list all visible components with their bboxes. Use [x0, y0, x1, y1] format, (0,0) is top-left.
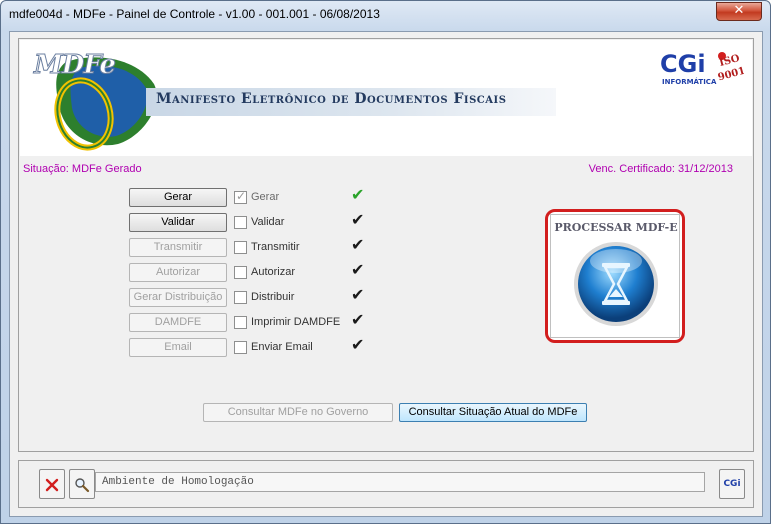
client-area: MDFe Manifesto Eletrônico de Documentos … — [9, 31, 763, 517]
status-check-icon: ✔ — [351, 310, 365, 329]
app-window: mdfe004d - MDFe - Painel de Controle - v… — [0, 0, 771, 524]
distribuir-checkbox[interactable]: Distribuir — [234, 289, 294, 305]
main-panel: MDFe Manifesto Eletrônico de Documentos … — [18, 38, 754, 452]
banner-title-text: Manifesto Eletrônico de Documentos Fisca… — [156, 91, 507, 107]
imprimir-damdfe-checkbox[interactable]: Imprimir DAMDFE — [234, 314, 340, 330]
enviar-email-checkbox[interactable]: Enviar Email — [234, 339, 313, 355]
processar-mdfe-highlight: PROCESSAR MDF-E — [545, 209, 685, 343]
transmitir-button[interactable]: Transmitir — [129, 238, 227, 257]
cgi-button[interactable]: CGi — [719, 469, 745, 499]
cgi-logo-sub: INFORMÁTICA — [662, 77, 717, 86]
autorizar-checkbox[interactable]: Autorizar — [234, 264, 295, 280]
environment-field[interactable]: Ambiente de Homologação — [95, 472, 705, 492]
cgi-logo-text: CGi — [660, 50, 706, 78]
email-button[interactable]: Email — [129, 338, 227, 357]
checkbox-box[interactable] — [234, 290, 247, 304]
window-title: mdfe004d - MDFe - Painel de Controle - v… — [9, 7, 380, 21]
checkbox-label: Autorizar — [251, 266, 296, 278]
checkbox-label: Imprimir DAMDFE — [251, 316, 341, 328]
gerar-button[interactable]: Gerar — [129, 188, 227, 207]
checkbox-box[interactable] — [234, 189, 247, 204]
hourglass-icon — [574, 242, 658, 326]
autorizar-button[interactable]: Autorizar — [129, 263, 227, 282]
checkbox-box[interactable] — [234, 215, 247, 229]
footer-panel: Ambiente de Homologação CGi — [18, 460, 754, 508]
checkbox-box[interactable] — [234, 315, 247, 329]
status-check-icon: ✔ — [351, 335, 365, 354]
magnifier-icon — [75, 478, 90, 493]
mdfe-logo-text: MDFe — [34, 50, 117, 81]
cgi-logo: CGi INFORMÁTICA ISO 9001 — [660, 50, 744, 86]
validar-checkbox[interactable]: Validar — [234, 214, 284, 230]
title-bar[interactable]: mdfe004d - MDFe - Painel de Controle - v… — [1, 1, 770, 31]
checkbox-box[interactable] — [234, 340, 247, 354]
processar-mdfe-label: PROCESSAR MDF-E — [554, 221, 678, 234]
header-banner: MDFe Manifesto Eletrônico de Documentos … — [20, 40, 752, 156]
checkbox-box[interactable] — [234, 265, 247, 279]
close-button[interactable]: ✕ — [716, 2, 762, 21]
consultar-situacao-button[interactable]: Consultar Situação Atual do MDFe — [399, 403, 587, 422]
checkbox-label: Transmitir — [251, 241, 300, 253]
cancel-button[interactable] — [39, 469, 65, 499]
transmitir-checkbox[interactable]: Transmitir — [234, 239, 299, 255]
status-check-icon: ✔ — [351, 210, 365, 229]
gerar-distribuicao-button[interactable]: Gerar Distribuição — [129, 288, 227, 307]
status-check-icon: ✔ — [351, 235, 365, 254]
consultar-governo-button[interactable]: Consultar MDFe no Governo — [203, 403, 393, 422]
status-check-icon: ✔ — [351, 185, 365, 204]
checkbox-label: Distribuir — [251, 291, 295, 303]
checkbox-box[interactable] — [234, 240, 247, 254]
damdfe-button[interactable]: DAMDFE — [129, 313, 227, 332]
certificado-label: Venc. Certificado: 31/12/2013 — [588, 163, 733, 175]
checkbox-label: Validar — [251, 216, 285, 228]
gerar-checkbox[interactable]: Gerar — [234, 189, 279, 205]
banner-title: Manifesto Eletrônico de Documentos Fisca… — [146, 88, 556, 116]
status-check-icon: ✔ — [351, 285, 365, 304]
close-x-icon — [45, 478, 59, 492]
situacao-label: Situação: MDFe Gerado — [23, 163, 142, 175]
processar-mdfe-button[interactable]: PROCESSAR MDF-E — [550, 214, 680, 338]
checkbox-label: Enviar Email — [251, 341, 313, 353]
checkbox-label: Gerar — [251, 191, 280, 203]
search-button[interactable] — [69, 469, 95, 499]
status-check-icon: ✔ — [351, 260, 365, 279]
validar-button[interactable]: Validar — [129, 213, 227, 232]
